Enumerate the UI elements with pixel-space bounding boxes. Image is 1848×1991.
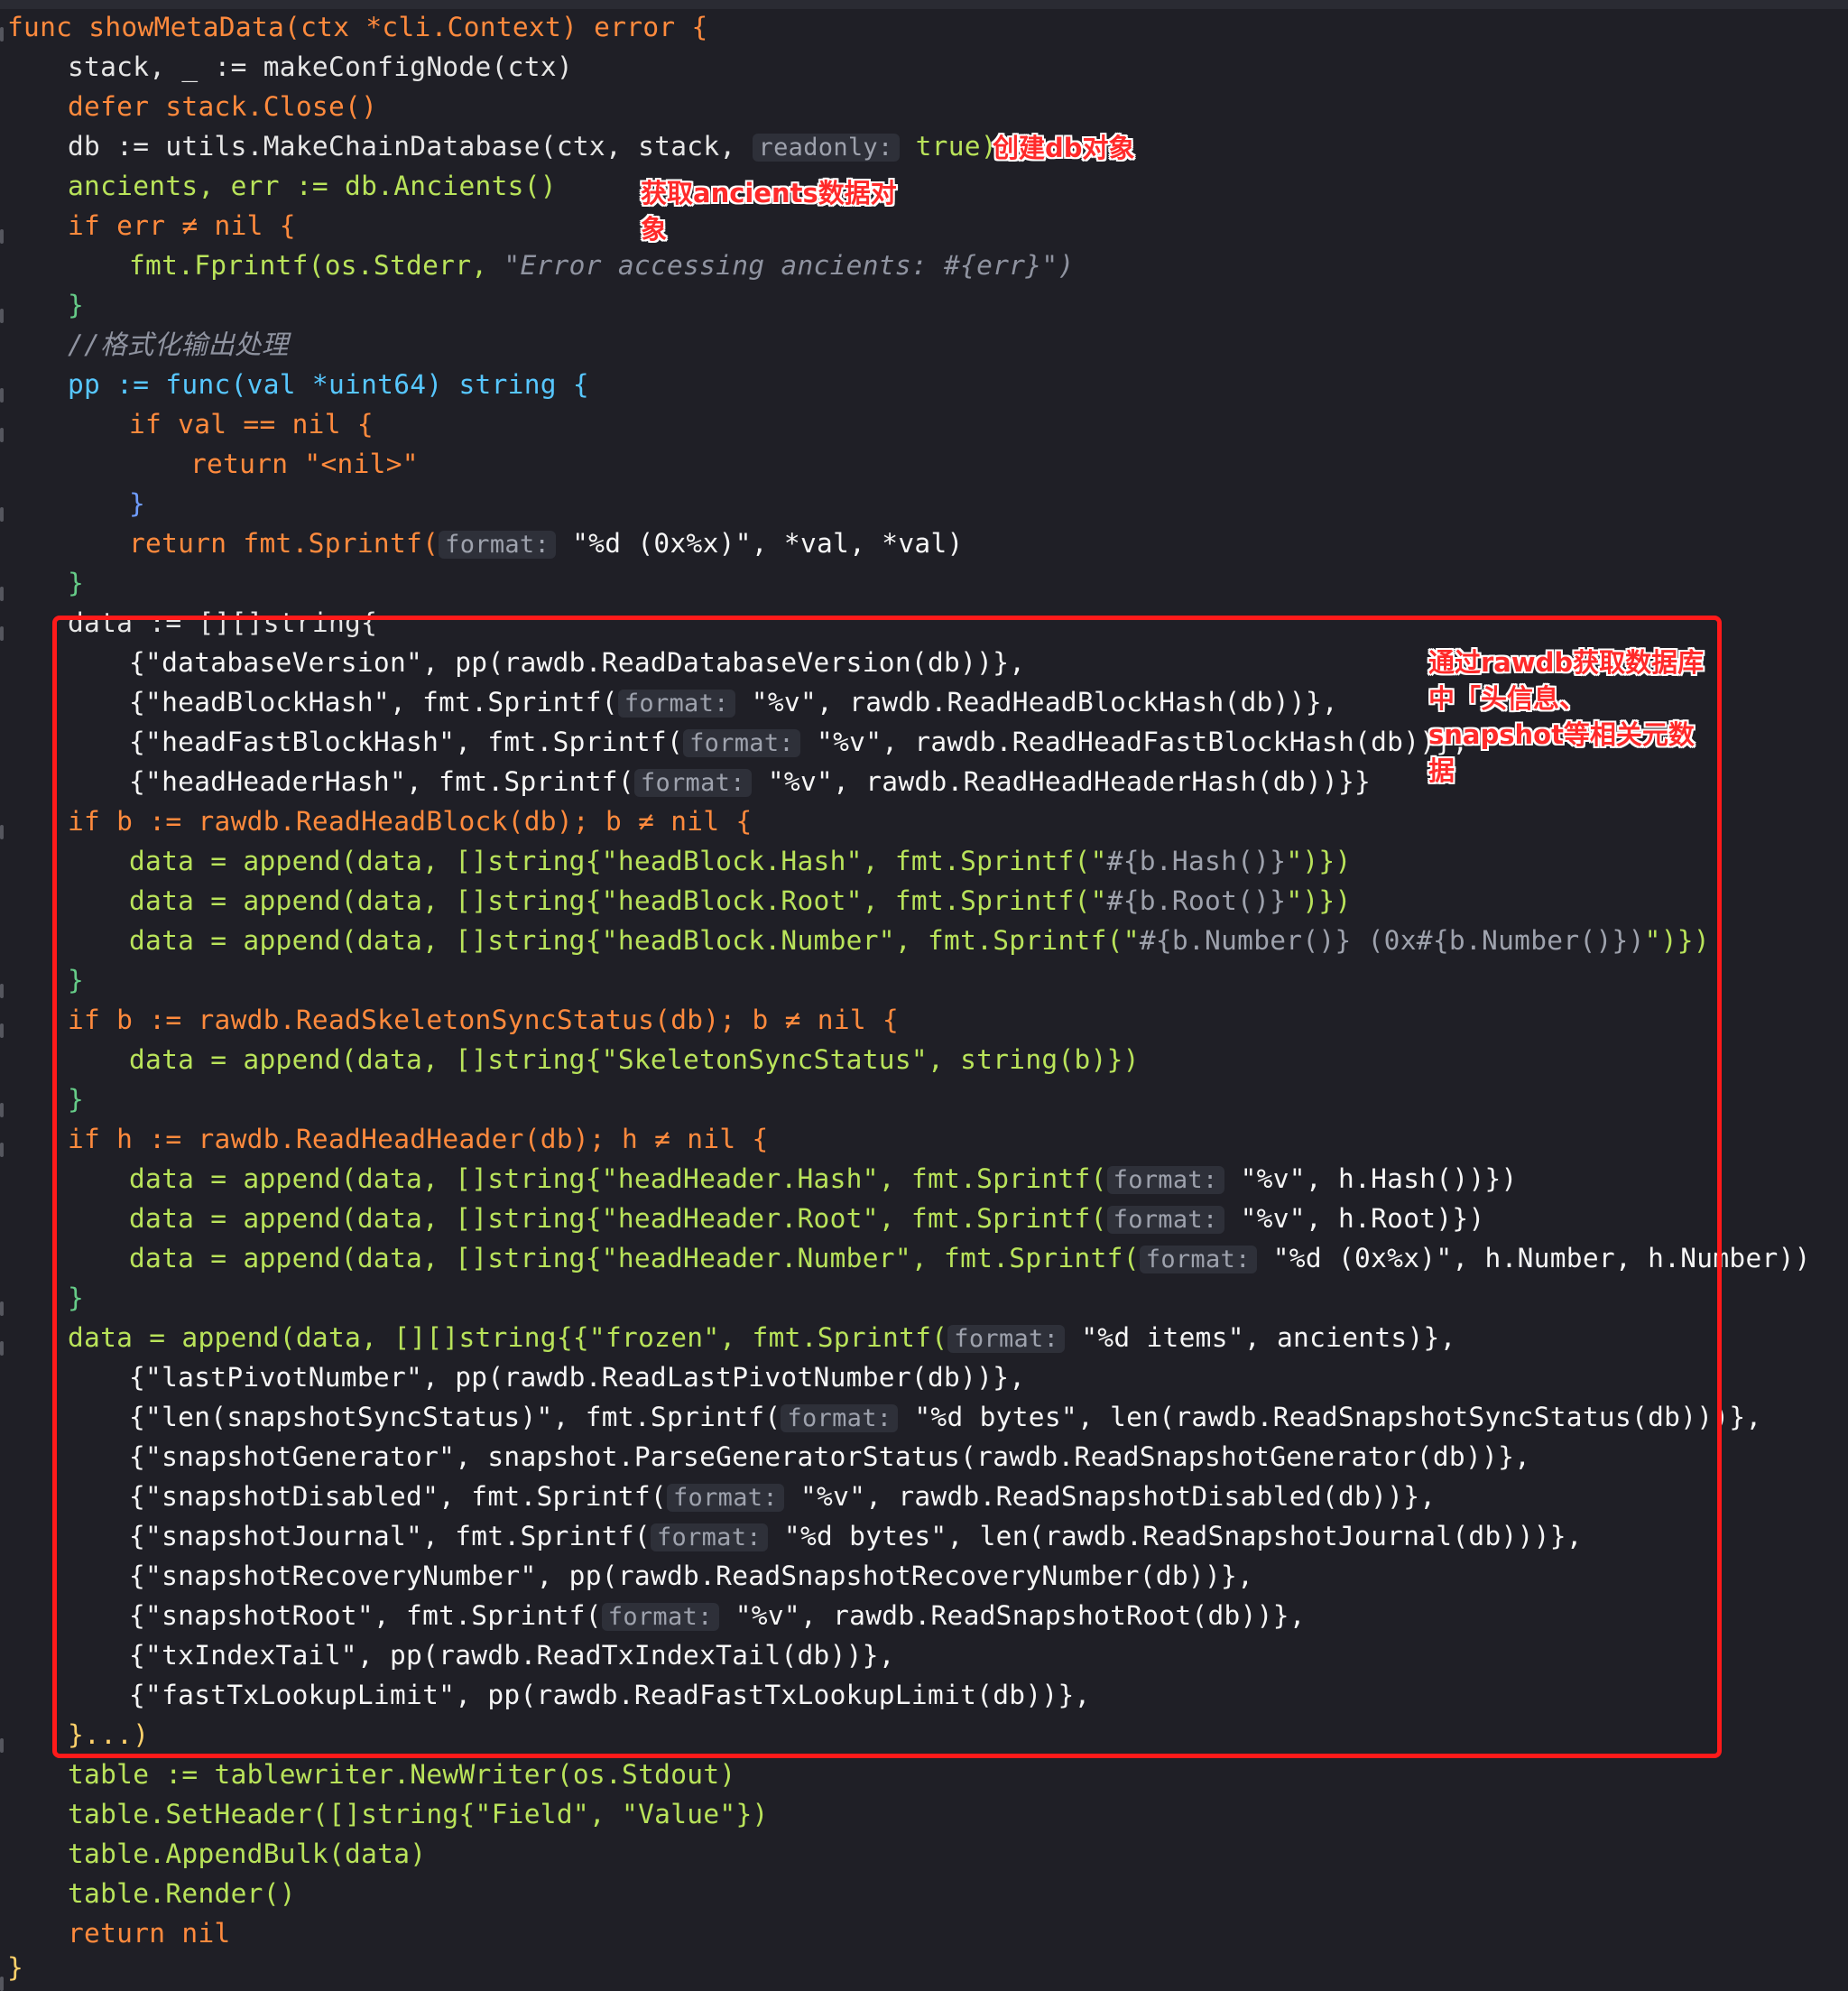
fold-marker[interactable] bbox=[0, 825, 4, 839]
code-line[interactable]: table.SetHeader([]string{"Field", "Value… bbox=[68, 1794, 769, 1834]
code-line[interactable]: return "<nil>" bbox=[190, 444, 419, 484]
code-line[interactable]: } bbox=[68, 285, 84, 325]
code-editor[interactable]: func showMetaData(ctx *cli.Context) erro… bbox=[0, 7, 1848, 1991]
fold-marker[interactable] bbox=[0, 27, 4, 42]
fold-marker[interactable] bbox=[0, 1341, 4, 1356]
annotation-rawdb-metadata: 通过rawdb获取数据库 中「头信息、 snapshot等相关元数 据 bbox=[1428, 647, 1705, 786]
fold-marker[interactable] bbox=[0, 626, 4, 641]
code-line[interactable]: table.Render() bbox=[68, 1874, 296, 1913]
fold-marker[interactable] bbox=[0, 388, 4, 403]
fold-marker[interactable] bbox=[0, 309, 4, 323]
code-line[interactable]: table := tablewriter.NewWriter(os.Stdout… bbox=[68, 1755, 735, 1794]
code-line[interactable]: } bbox=[129, 484, 145, 523]
code-line[interactable]: ancients, err := db.Ancients() bbox=[68, 166, 557, 206]
code-line[interactable]: fmt.Fprintf(os.Stderr, "Error accessing … bbox=[129, 245, 1075, 285]
annotation-get-ancients: 获取ancients数据对 象 bbox=[641, 178, 897, 245]
code-line[interactable]: func showMetaData(ctx *cli.Context) erro… bbox=[7, 7, 708, 47]
code-line[interactable]: stack, _ := makeConfigNode(ctx) bbox=[68, 47, 573, 87]
inlay-hint: readonly: bbox=[752, 134, 900, 162]
code-line[interactable]: if val == nil { bbox=[129, 404, 374, 444]
fold-marker[interactable] bbox=[0, 587, 4, 601]
annotation-create-db: 创建db对象 bbox=[993, 133, 1135, 163]
fold-marker[interactable] bbox=[0, 1143, 4, 1157]
fold-marker[interactable] bbox=[0, 1023, 4, 1038]
code-line[interactable]: defer stack.Close() bbox=[68, 87, 377, 126]
fold-marker[interactable] bbox=[0, 229, 4, 244]
code-line[interactable]: } bbox=[7, 1948, 23, 1987]
inlay-hint: format: bbox=[439, 531, 557, 559]
code-line[interactable]: pp := func(val *uint64) string { bbox=[68, 365, 589, 404]
fold-marker[interactable] bbox=[0, 1301, 4, 1316]
code-line[interactable]: return nil bbox=[68, 1913, 231, 1953]
fold-marker[interactable] bbox=[0, 428, 4, 442]
fold-marker[interactable] bbox=[0, 507, 4, 522]
fold-marker[interactable] bbox=[0, 1103, 4, 1117]
code-line[interactable]: //格式化输出处理 bbox=[68, 325, 289, 365]
code-line[interactable]: if err ≠ nil { bbox=[68, 206, 296, 245]
code-line[interactable]: } bbox=[68, 563, 84, 603]
code-line[interactable]: table.AppendBulk(data) bbox=[68, 1834, 426, 1874]
code-line[interactable]: return fmt.Sprintf(format: "%d (0x%x)", … bbox=[129, 523, 964, 563]
fold-marker[interactable] bbox=[0, 984, 4, 998]
fold-marker[interactable] bbox=[0, 1738, 4, 1753]
code-line[interactable]: db := utils.MakeChainDatabase(ctx, stack… bbox=[68, 126, 997, 166]
